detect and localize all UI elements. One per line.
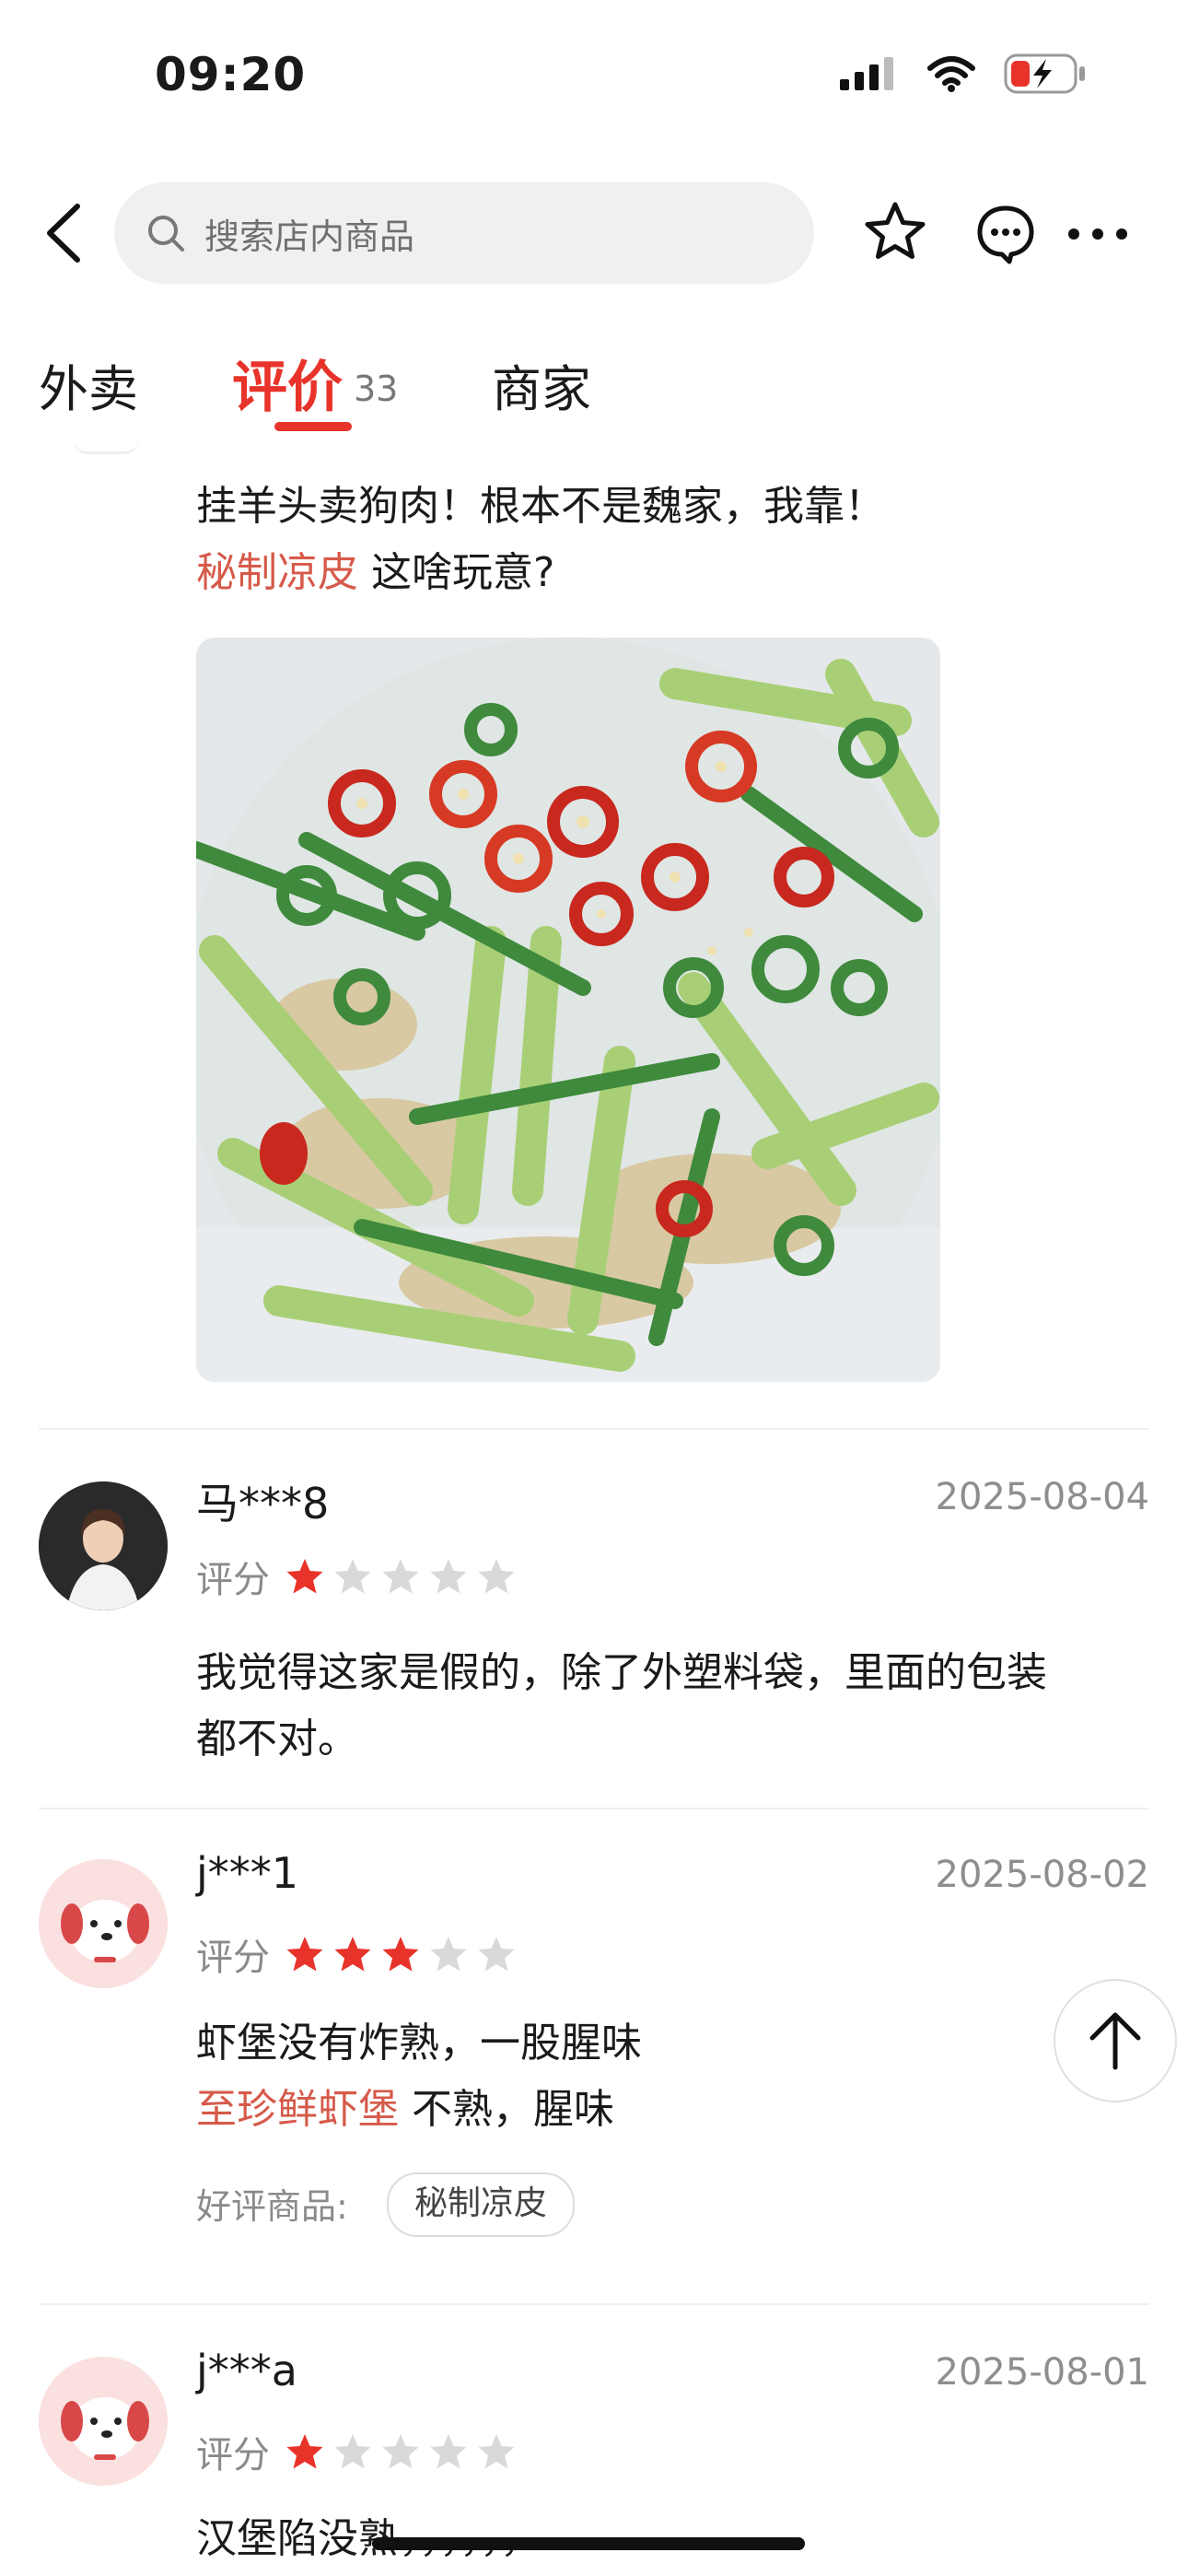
star-rating xyxy=(285,1935,516,1973)
reviews-count: 33 xyxy=(354,369,399,409)
product-link[interactable]: 秘制凉皮 xyxy=(196,549,358,596)
divider xyxy=(39,1428,1149,1430)
star-empty-icon xyxy=(334,2434,371,2469)
avatar-partial xyxy=(74,440,138,454)
star-empty-icon xyxy=(478,1559,515,1594)
favorite-star-icon[interactable] xyxy=(862,199,928,265)
review-text: 我觉得这家是假的，除了外塑料袋，里面的包装 xyxy=(196,1649,1047,1696)
star-filled-icon xyxy=(286,1937,323,1972)
tab-takeout[interactable]: 外卖 xyxy=(39,348,138,421)
rating-label: 评分 xyxy=(196,1559,270,1601)
review-username: 马***8 xyxy=(196,1479,330,1528)
avatar[interactable] xyxy=(39,1859,168,1988)
arrow-up-icon xyxy=(1089,2012,1141,2070)
review-date: 2025-08-01 xyxy=(935,2351,1149,2394)
tab-merchant[interactable]: 商家 xyxy=(492,348,591,421)
wifi-icon xyxy=(927,56,975,92)
avatar[interactable] xyxy=(39,1481,168,1610)
default-dog-avatar xyxy=(39,2357,168,2486)
rating-label: 评分 xyxy=(196,1937,270,1979)
star-empty-icon xyxy=(430,2434,467,2469)
scroll-to-top-button[interactable] xyxy=(1054,1979,1177,2102)
avatar[interactable] xyxy=(39,2357,168,2486)
back-arrow-icon[interactable] xyxy=(42,203,83,263)
default-dog-avatar xyxy=(39,1859,168,1988)
review-text: 挂羊头卖狗肉！根本不是魏家，我靠！ xyxy=(196,483,885,530)
review-product-line: 秘制凉皮 这啥玩意? xyxy=(196,540,554,606)
active-tab-indicator xyxy=(274,422,352,431)
search-icon xyxy=(148,216,184,252)
star-empty-icon xyxy=(478,1937,515,1972)
status-time: 09:20 xyxy=(155,48,307,101)
search-placeholder: 搜索店内商品 xyxy=(204,216,415,257)
salad-photo-illustration xyxy=(196,638,940,1382)
review-username: j***a xyxy=(196,2346,297,2395)
review-username: j***1 xyxy=(196,1848,299,1898)
review-text: 虾堡没有炸熟，一股腥味 xyxy=(196,2020,642,2067)
user-photo-avatar xyxy=(39,1481,168,1610)
product-comment: 这啥玩意? xyxy=(371,549,555,596)
product-comment: 不熟，腥味 xyxy=(412,2086,614,2133)
star-empty-icon xyxy=(334,1559,371,1594)
good-product-label: 好评商品: xyxy=(196,2186,348,2227)
star-empty-icon xyxy=(382,1559,419,1594)
star-filled-icon xyxy=(286,2434,323,2469)
star-empty-icon xyxy=(430,1937,467,1972)
divider xyxy=(39,2303,1149,2305)
good-product-tag[interactable]: 秘制凉皮 xyxy=(387,2172,576,2237)
review-photo[interactable] xyxy=(196,638,940,1382)
review-date: 2025-08-02 xyxy=(935,1854,1149,1896)
customer-service-icon[interactable] xyxy=(973,201,1039,267)
battery-charging-icon xyxy=(1004,53,1085,94)
star-rating xyxy=(285,1557,516,1596)
signal-icon xyxy=(840,57,893,90)
rating-label: 评分 xyxy=(196,2434,270,2476)
review-text-line2: 都不对。 xyxy=(196,1715,358,1762)
tab-reviews[interactable]: 评价 xyxy=(232,343,343,423)
star-filled-icon xyxy=(334,1937,371,1972)
star-empty-icon xyxy=(382,2434,419,2469)
product-link[interactable]: 至珍鲜虾堡 xyxy=(196,2086,399,2133)
star-filled-icon xyxy=(286,1559,323,1594)
star-filled-icon xyxy=(382,1937,419,1972)
home-indicator[interactable] xyxy=(372,2537,805,2550)
star-empty-icon xyxy=(430,1559,467,1594)
review-product-line: 至珍鲜虾堡 不熟，腥味 xyxy=(196,2077,614,2143)
more-options-icon[interactable] xyxy=(1065,225,1131,243)
status-icons xyxy=(840,53,1087,94)
star-rating xyxy=(285,2432,516,2471)
divider xyxy=(39,1808,1149,1809)
star-empty-icon xyxy=(478,2434,515,2469)
review-date: 2025-08-04 xyxy=(935,1476,1149,1518)
search-input[interactable]: 搜索店内商品 xyxy=(114,182,814,284)
